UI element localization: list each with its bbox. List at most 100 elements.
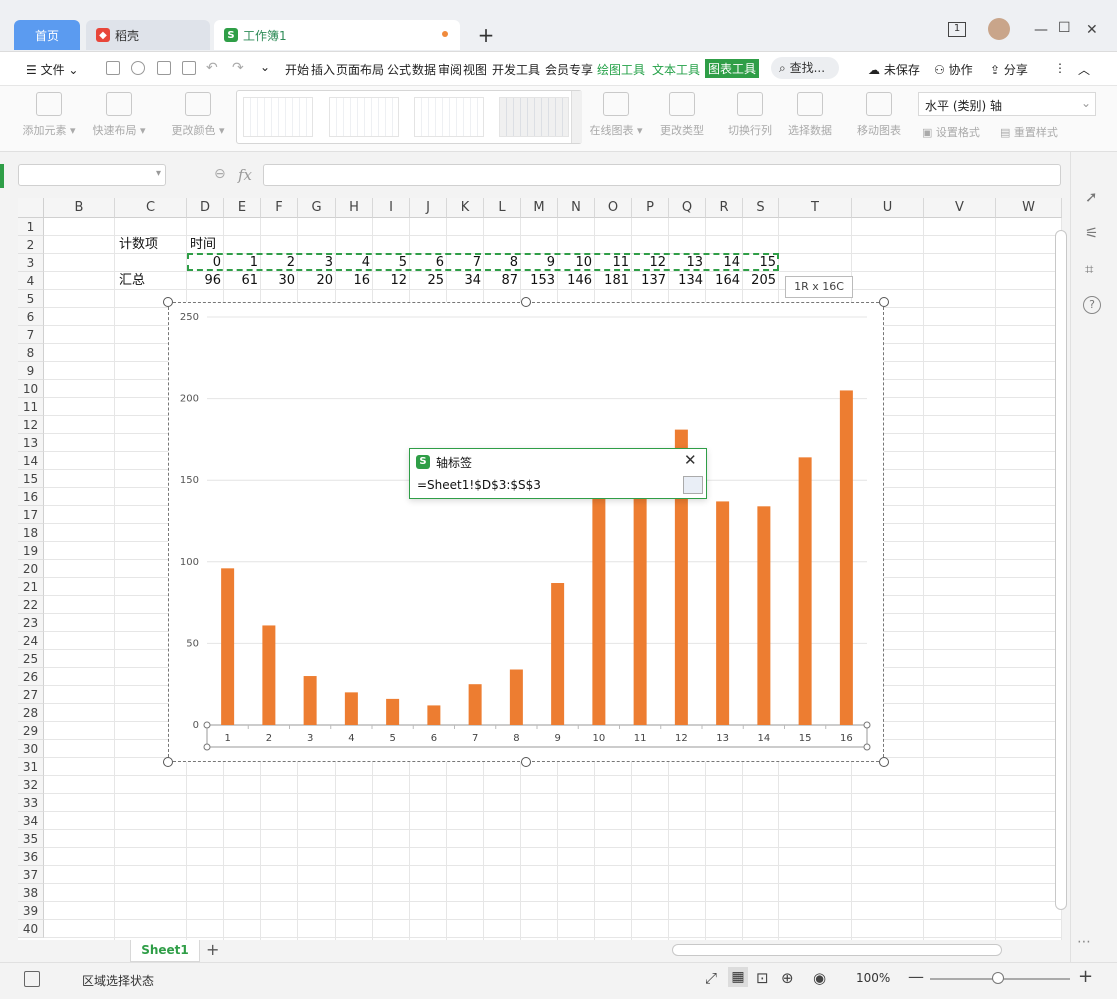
cell-row4-15[interactable]: 164 — [706, 272, 740, 290]
column-header-p[interactable]: P — [632, 198, 669, 218]
cell-row4-11[interactable]: 146 — [558, 272, 592, 290]
more-icon[interactable]: ⋮ — [1054, 61, 1066, 75]
cell-row4-2[interactable]: 61 — [224, 272, 258, 290]
collapse-dialog-icon[interactable] — [683, 476, 703, 494]
formula-input[interactable] — [263, 164, 1061, 186]
column-header-d[interactable]: D — [187, 198, 224, 218]
save-icon[interactable] — [106, 61, 120, 75]
cell-row4-3[interactable]: 30 — [261, 272, 295, 290]
column-header-q[interactable]: Q — [669, 198, 706, 218]
select-pointer-icon[interactable]: ➚ — [1085, 188, 1098, 206]
avatar[interactable] — [988, 18, 1010, 40]
row-header-21[interactable]: 21 — [18, 578, 44, 596]
row-header-12[interactable]: 12 — [18, 416, 44, 434]
axis-handle[interactable] — [863, 743, 871, 751]
row-header-7[interactable]: 7 — [18, 326, 44, 344]
cell-row4-16[interactable]: 205 — [743, 272, 776, 290]
column-header-o[interactable]: O — [595, 198, 632, 218]
row-header-39[interactable]: 39 — [18, 902, 44, 920]
row-header-20[interactable]: 20 — [18, 560, 44, 578]
cell-row4-1[interactable]: 96 — [187, 272, 221, 290]
row-header-28[interactable]: 28 — [18, 704, 44, 722]
page-view-icon[interactable]: ⊡ — [756, 969, 769, 987]
menu-review[interactable]: 审阅 — [438, 61, 462, 78]
chart-style-thumb[interactable] — [329, 97, 399, 137]
window-count-icon[interactable]: 1 — [948, 22, 966, 37]
column-header-w[interactable]: W — [996, 198, 1062, 218]
column-header-f[interactable]: F — [261, 198, 298, 218]
column-header-c[interactable]: C — [115, 198, 187, 218]
quick-layout-button[interactable]: 快速布局 ▾ — [90, 92, 148, 138]
online-chart-button[interactable]: 在线图表 ▾ — [588, 92, 644, 138]
row-header-38[interactable]: 38 — [18, 884, 44, 902]
resize-handle[interactable] — [163, 297, 173, 307]
bar-4[interactable] — [344, 692, 358, 725]
cell-row4-9[interactable]: 87 — [484, 272, 518, 290]
tab-workbook[interactable]: S 工作簿1 — [214, 20, 460, 50]
menu-insert[interactable]: 插入 — [311, 61, 335, 78]
menu-drawing-tools[interactable]: 绘图工具 — [597, 61, 645, 78]
bar-8[interactable] — [509, 669, 523, 725]
chart-element-select[interactable]: 水平 (类别) 轴 ⌄ — [918, 92, 1096, 116]
new-tab-button[interactable]: + — [474, 24, 498, 48]
row-header-36[interactable]: 36 — [18, 848, 44, 866]
undo-icon[interactable]: ↶ — [206, 60, 218, 76]
menu-member[interactable]: 会员专享 — [545, 61, 593, 78]
row-header-35[interactable]: 35 — [18, 830, 44, 848]
column-header-j[interactable]: J — [410, 198, 447, 218]
column-header-s[interactable]: S — [743, 198, 779, 218]
cell-row4-14[interactable]: 134 — [669, 272, 703, 290]
column-header-b[interactable]: B — [44, 198, 115, 218]
cell-row4-6[interactable]: 12 — [373, 272, 407, 290]
chart-style-thumb[interactable] — [243, 97, 313, 137]
cell-row4-4[interactable]: 20 — [298, 272, 333, 290]
row-header-2[interactable]: 2 — [18, 236, 44, 254]
chart-style-thumb[interactable] — [414, 97, 484, 137]
menu-developer[interactable]: 开发工具 — [492, 61, 540, 78]
column-header-n[interactable]: N — [558, 198, 595, 218]
zoom-out-icon[interactable]: — — [908, 967, 924, 986]
maximize-icon[interactable]: ☐ — [1058, 20, 1071, 36]
menu-start[interactable]: 开始 — [285, 61, 309, 78]
row-header-6[interactable]: 6 — [18, 308, 44, 326]
change-type-button[interactable]: 更改类型 — [656, 92, 708, 138]
normal-view-icon[interactable]: ▦ — [728, 967, 748, 987]
bar-3[interactable] — [303, 676, 317, 725]
column-header-v[interactable]: V — [924, 198, 996, 218]
row-header-8[interactable]: 8 — [18, 344, 44, 362]
collab-button[interactable]: ⚇ 协作 — [934, 61, 973, 78]
gallery-scroll-icon[interactable] — [571, 91, 582, 143]
resize-handle[interactable] — [521, 757, 531, 767]
horizontal-scrollbar[interactable] — [672, 944, 1002, 956]
reset-style-button[interactable]: ▤ 重置样式 — [1000, 124, 1058, 140]
column-header-k[interactable]: K — [447, 198, 484, 218]
more-options-icon[interactable]: ⋯ — [1077, 934, 1091, 950]
row-header-10[interactable]: 10 — [18, 380, 44, 398]
axis-handle[interactable] — [203, 721, 211, 729]
row-header-30[interactable]: 30 — [18, 740, 44, 758]
chart-style-gallery[interactable] — [236, 90, 582, 144]
row-header-3[interactable]: 3 — [18, 254, 44, 272]
crop-icon[interactable]: ⌗ — [1085, 260, 1093, 278]
tab-home[interactable]: 首页 — [14, 20, 80, 50]
select-all-corner[interactable] — [18, 198, 44, 218]
cell-row4-5[interactable]: 16 — [336, 272, 370, 290]
bar-10[interactable] — [592, 496, 606, 725]
collapse-ribbon-icon[interactable]: ︿ — [1078, 61, 1090, 78]
column-header-l[interactable]: L — [484, 198, 521, 218]
tab-daoke[interactable]: ◆ 稻壳 — [86, 20, 210, 50]
adjust-icon[interactable]: ⚟ — [1085, 224, 1098, 242]
chart-style-thumb[interactable] — [499, 97, 569, 137]
row-header-26[interactable]: 26 — [18, 668, 44, 686]
move-chart-button[interactable]: 移动图表 — [852, 92, 906, 138]
row-header-29[interactable]: 29 — [18, 722, 44, 740]
zoom-lookup-icon[interactable]: ⊖ — [214, 166, 226, 182]
bar-1[interactable] — [221, 568, 235, 725]
cell-row4-8[interactable]: 34 — [447, 272, 481, 290]
row-header-13[interactable]: 13 — [18, 434, 44, 452]
bar-6[interactable] — [427, 705, 441, 725]
cell-c4[interactable]: 汇总 — [119, 272, 145, 290]
bar-2[interactable] — [262, 625, 276, 725]
row-header-32[interactable]: 32 — [18, 776, 44, 794]
vertical-scrollbar[interactable] — [1055, 230, 1067, 910]
